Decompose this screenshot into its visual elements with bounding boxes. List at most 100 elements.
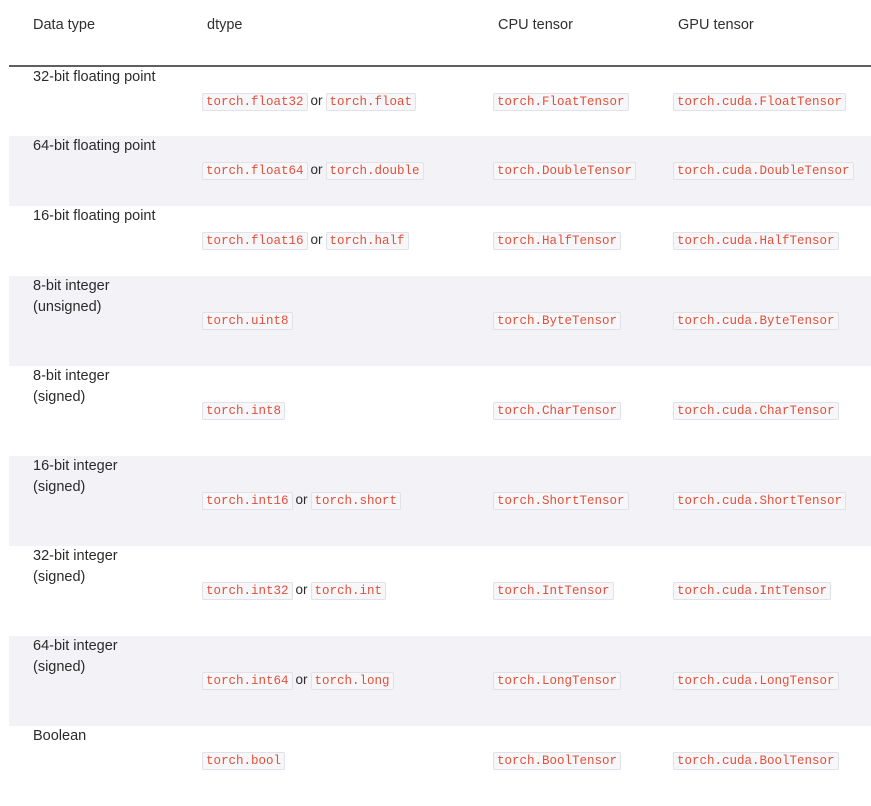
header-row: Data type dtype CPU tensor GPU tensor (9, 0, 871, 67)
cell-dtype: torch.int8 (192, 366, 483, 456)
table-row: 64-bit floating point torch.float64 or torc… (9, 135, 871, 206)
cell-gpu-tensor: torch.cuda.BoolTensor (663, 726, 871, 796)
cell-dtype: torch.uint8 (192, 276, 483, 366)
dtype-separator-or: or (310, 92, 323, 108)
dtype-primary-token: torch.int32 (202, 582, 293, 601)
dtype-alias-token: torch.short (310, 492, 402, 511)
cell-gpu-tensor: torch.cuda.DoubleTensor (663, 136, 871, 206)
dtype-primary-token: torch.bool (202, 752, 286, 771)
dtype-alias-token: torch.half (325, 232, 409, 251)
cell-gpu-tensor: torch.cuda.CharTensor (663, 366, 871, 456)
gpu-tensor-token: torch.cuda.BoolTensor (673, 752, 839, 771)
cell-datatype: 32-bit integer (signed) (9, 546, 192, 636)
cell-dtype: torch.float64 or torch.double (192, 136, 483, 206)
dtype-primary-token: torch.int64 (202, 672, 293, 691)
cell-dtype: torch.int64 or torch.long (192, 636, 483, 726)
datatype-label-line1: 64-bit floating point (33, 137, 156, 154)
datatype-label-line2: (unsigned) (33, 298, 102, 315)
cell-cpu-tensor: torch.CharTensor (483, 366, 663, 456)
dtype-table-container: Data type dtype CPU tensor GPU tensor 32… (0, 0, 871, 806)
table-row: 8-bit integer (unsigned) torch.uint8 torch.… (9, 275, 871, 366)
dtype-alias-token: torch.double (325, 162, 424, 181)
cell-dtype: torch.int16 or torch.short (192, 456, 483, 546)
cell-datatype: 16-bit floating point (9, 206, 192, 276)
cell-datatype: 8-bit integer (signed) (9, 366, 192, 456)
cpu-tensor-token: torch.CharTensor (493, 402, 622, 421)
datatype-label-line1: 64-bit integer (33, 637, 118, 654)
cell-datatype: 64-bit floating point (9, 136, 192, 206)
datatype-label-line2: (signed) (33, 658, 86, 675)
cell-datatype: 8-bit integer (unsigned) (9, 276, 192, 366)
cpu-tensor-token: torch.ByteTensor (493, 312, 622, 331)
column-header-dtype: dtype (192, 0, 483, 67)
dtype-alias-token: torch.int (310, 582, 387, 601)
cell-gpu-tensor: torch.cuda.HalfTensor (663, 206, 871, 276)
table-row: 16-bit integer (signed) torch.int16 or torch… (9, 455, 871, 546)
dtype-primary-token: torch.uint8 (202, 312, 293, 331)
table-header: Data type dtype CPU tensor GPU tensor (9, 0, 871, 67)
dtype-primary-token: torch.int8 (202, 402, 286, 421)
cpu-tensor-token: torch.DoubleTensor (493, 162, 637, 181)
gpu-tensor-token: torch.cuda.HalfTensor (673, 232, 839, 251)
cpu-tensor-token: torch.HalfTensor (493, 232, 622, 251)
pytorch-dtype-table: Data type dtype CPU tensor GPU tensor 32… (9, 0, 871, 796)
cpu-tensor-token: torch.FloatTensor (493, 92, 629, 111)
dtype-alias-token: torch.long (310, 672, 394, 691)
column-header-datatype: Data type (9, 0, 192, 67)
cell-gpu-tensor: torch.cuda.ByteTensor (663, 276, 871, 366)
table-row: 32-bit floating point torch.float32 or torc… (9, 66, 871, 136)
dtype-primary-token: torch.float16 (202, 232, 308, 251)
gpu-tensor-token: torch.cuda.ByteTensor (673, 312, 839, 331)
gpu-tensor-token: torch.cuda.ShortTensor (673, 492, 847, 511)
gpu-tensor-token: torch.cuda.LongTensor (673, 672, 839, 691)
datatype-label-line1: Boolean (33, 727, 87, 744)
cell-cpu-tensor: torch.LongTensor (483, 636, 663, 726)
dtype-primary-token: torch.float64 (202, 162, 308, 181)
dtype-separator-or: or (295, 672, 308, 688)
gpu-tensor-token: torch.cuda.CharTensor (673, 402, 839, 421)
cell-datatype: 64-bit integer (signed) (9, 636, 192, 726)
cell-cpu-tensor: torch.ByteTensor (483, 276, 663, 366)
datatype-label-line1: 8-bit integer (33, 367, 110, 384)
datatype-label-line2: (signed) (33, 478, 86, 495)
dtype-alias-token: torch.float (325, 92, 417, 111)
table-row: 32-bit integer (signed) torch.int32 or torch… (9, 546, 871, 636)
cell-datatype: 32-bit floating point (9, 66, 192, 136)
cell-gpu-tensor: torch.cuda.IntTensor (663, 546, 871, 636)
dtype-separator-or: or (310, 232, 323, 248)
cpu-tensor-token: torch.IntTensor (493, 582, 614, 601)
cell-gpu-tensor: torch.cuda.FloatTensor (663, 66, 871, 136)
datatype-label-line1: 16-bit integer (33, 457, 118, 474)
dtype-separator-or: or (295, 582, 308, 598)
table-row: Boolean torch.bool torch.BoolTensor torch.c… (9, 726, 871, 796)
dtype-separator-or: or (310, 162, 323, 178)
cell-dtype: torch.float16 or torch.half (192, 206, 483, 276)
cell-cpu-tensor: torch.FloatTensor (483, 66, 663, 136)
gpu-tensor-token: torch.cuda.IntTensor (673, 582, 832, 601)
cell-dtype: torch.bool (192, 726, 483, 796)
cpu-tensor-token: torch.BoolTensor (493, 752, 622, 771)
dtype-primary-token: torch.float32 (202, 92, 308, 111)
gpu-tensor-token: torch.cuda.DoubleTensor (673, 162, 854, 181)
cell-gpu-tensor: torch.cuda.LongTensor (663, 636, 871, 726)
dtype-primary-token: torch.int16 (202, 492, 293, 511)
datatype-label-line2: (signed) (33, 568, 86, 585)
table-body: 32-bit floating point torch.float32 or torc… (9, 66, 871, 796)
cell-datatype: Boolean (9, 726, 192, 796)
cell-datatype: 16-bit integer (signed) (9, 456, 192, 546)
datatype-label-line1: 16-bit floating point (33, 207, 156, 224)
datatype-label-line1: 32-bit integer (33, 547, 118, 564)
table-row: 16-bit floating point torch.float16 or torc… (9, 206, 871, 276)
table-row: 64-bit integer (signed) torch.int64 or torch… (9, 635, 871, 726)
gpu-tensor-token: torch.cuda.FloatTensor (673, 92, 847, 111)
cell-dtype: torch.float32 or torch.float (192, 66, 483, 136)
cell-gpu-tensor: torch.cuda.ShortTensor (663, 456, 871, 546)
datatype-label-line1: 8-bit integer (33, 277, 110, 294)
dtype-separator-or: or (295, 492, 308, 508)
table-row: 8-bit integer (signed) torch.int8 torch.Cha… (9, 366, 871, 456)
cell-cpu-tensor: torch.DoubleTensor (483, 136, 663, 206)
cell-dtype: torch.int32 or torch.int (192, 546, 483, 636)
cell-cpu-tensor: torch.BoolTensor (483, 726, 663, 796)
column-header-gpu-tensor: GPU tensor (663, 0, 871, 67)
cell-cpu-tensor: torch.ShortTensor (483, 456, 663, 546)
